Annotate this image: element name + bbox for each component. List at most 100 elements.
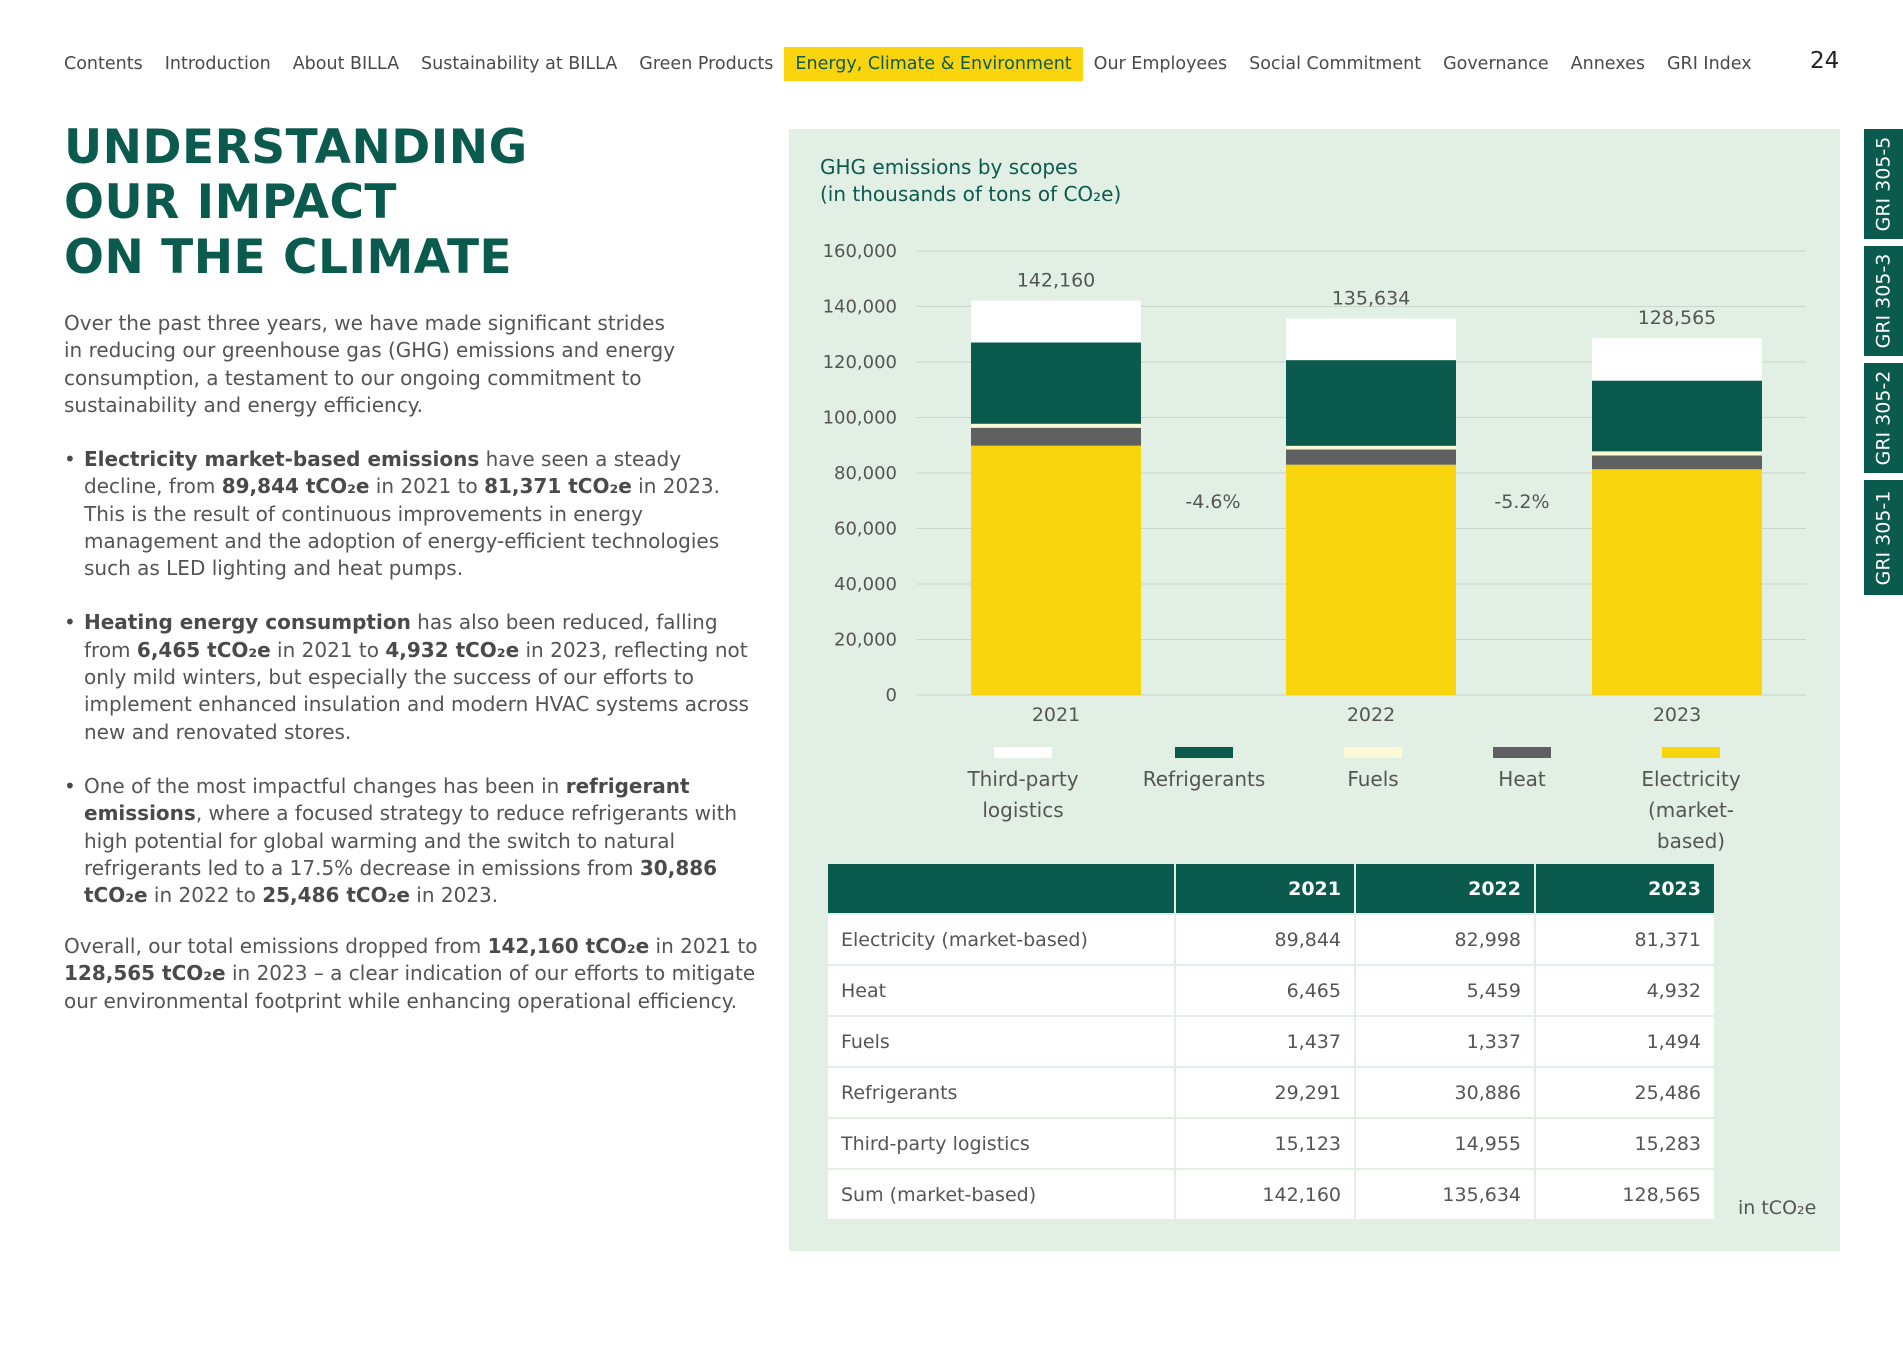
y-tick-label: 140,000 (823, 297, 897, 318)
emissions-table: 2021 2022 2023 Electricity (market-based) 8… (826, 862, 1716, 1221)
table-cell: 142,160 (1174, 1168, 1356, 1221)
table-header-year: 2022 (1354, 862, 1536, 915)
gri-tab-label: GRI 305-1 (1872, 490, 1895, 585)
table-cell: 6,465 (1174, 964, 1356, 1017)
highlight-item: Heating energy consumption has also been… (64, 609, 764, 745)
bold-text: 4,932 tCO₂e (385, 637, 520, 662)
table-header-blank (826, 862, 1176, 915)
page-number: 24 (1810, 48, 1840, 74)
table-cell: 25,486 (1534, 1066, 1716, 1119)
y-tick-label: 40,000 (834, 574, 897, 595)
table-row-label: Heat (826, 964, 1176, 1017)
nav-item-green-products[interactable]: Green Products (628, 47, 784, 81)
text-run: Overall, our total emissions dropped fro… (64, 934, 488, 958)
y-tick-label: 0 (886, 685, 897, 706)
bar-segment-refrigerants (971, 342, 1141, 424)
bar-segment-heat (1592, 455, 1762, 470)
gri-tab-305-1[interactable]: GRI 305-1 (1864, 480, 1903, 595)
bar-segment-fuels (971, 423, 1141, 428)
table-cell: 15,123 (1174, 1117, 1356, 1170)
y-tick-label: 120,000 (823, 352, 897, 373)
table-header-row: 2021 2022 2023 (826, 862, 1716, 915)
legend-label: Fuels (1347, 767, 1399, 791)
ghg-stacked-bar-chart: 0 20,000 40,000 60,000 80,000 100,000 120,000 1… (823, 241, 1806, 758)
bar-segment-fuels (1286, 445, 1456, 450)
highlight-item: Electricity market-based emissions have … (64, 446, 764, 582)
bar-segment-electricity-market-based (1286, 464, 1456, 695)
nav-item-energy-climate-environment[interactable]: Energy, Climate & Environment (784, 47, 1083, 81)
table-row-label: Sum (market-based) (826, 1168, 1176, 1221)
nav-item-about-billa[interactable]: About BILLA (282, 47, 410, 81)
nav-item-sustainability-at-billa[interactable]: Sustainability at BILLA (410, 47, 628, 81)
bar-total-label: 142,160 (1017, 270, 1096, 292)
bar-segment-third-party-logistics (1286, 318, 1456, 361)
table-row: Heat 6,465 5,459 4,932 (826, 964, 1716, 1017)
table-row: Refrigerants 29,291 30,886 25,486 (826, 1066, 1716, 1119)
change-label: -4.6% (1185, 491, 1240, 513)
legend-label: Refrigerants (1142, 767, 1266, 791)
table-cell: 128,565 (1534, 1168, 1716, 1221)
nav-item-contents[interactable]: Contents (52, 47, 154, 81)
y-tick-label: 160,000 (823, 241, 897, 262)
table-row-label: Electricity (market-based) (826, 913, 1176, 966)
table-cell: 14,955 (1354, 1117, 1536, 1170)
legend-label: Electricity (market-based) (1641, 767, 1741, 853)
table-cell: 82,998 (1354, 913, 1536, 966)
table-cell: 5,459 (1354, 964, 1536, 1017)
nav-item-governance[interactable]: Governance (1432, 47, 1560, 81)
text-run: in 2021 to (270, 637, 386, 662)
table-cell: 29,291 (1174, 1066, 1356, 1119)
y-tick-label: 60,000 (834, 519, 897, 540)
nav-item-social-commitment[interactable]: Social Commitment (1238, 47, 1432, 81)
legend-label: Heat (1498, 767, 1546, 791)
highlight-item: One of the most impactful changes has be… (64, 773, 764, 909)
table-row: Fuels 1,437 1,337 1,494 (826, 1015, 1716, 1068)
x-category-label: 2023 (1653, 704, 1701, 726)
intro-paragraph: Over the past three years, we have made … (64, 311, 676, 417)
table-row-label: Fuels (826, 1015, 1176, 1068)
page-title: UNDERSTANDING OUR IMPACT ON THE CLIMATE (64, 120, 528, 285)
bar-segment-third-party-logistics (1592, 338, 1762, 381)
legend-swatch-fuels (1344, 747, 1402, 758)
legend-swatch-refrigerants (1175, 747, 1233, 758)
y-tick-label: 20,000 (834, 630, 897, 651)
bold-text: Heating energy consumption (84, 610, 411, 635)
table-cell: 1,494 (1534, 1015, 1716, 1068)
table-unit-note: in tCO₂e (1738, 1197, 1817, 1219)
legend-label: Third-party logistics (967, 767, 1079, 822)
title-line: UNDERSTANDING (64, 120, 528, 175)
table-row-label: Refrigerants (826, 1066, 1176, 1119)
table-row: Third-party logistics 15,123 14,955 15,283 (826, 1117, 1716, 1170)
text-run: One of the most impactful changes has be… (84, 773, 566, 798)
gri-tab-label: GRI 305-3 (1872, 253, 1895, 349)
gri-tab-305-3[interactable]: GRI 305-3 (1864, 246, 1903, 356)
gri-tab-label: GRI 305-5 (1872, 136, 1895, 232)
text-run: in 2023. (409, 883, 499, 908)
bar-segment-electricity-market-based (971, 445, 1141, 695)
y-tick-label: 80,000 (834, 463, 897, 484)
text-run: in 2021 to (649, 934, 758, 958)
bar-total-label: 135,634 (1332, 288, 1411, 310)
top-navigation: Contents Introduction About BILLA Sustainab… (52, 46, 1903, 82)
table-cell: 30,886 (1354, 1066, 1536, 1119)
table-cell: 4,932 (1534, 964, 1716, 1017)
nav-item-gri-index[interactable]: GRI Index (1656, 47, 1763, 81)
bold-text: 6,465 tCO₂e (136, 637, 271, 662)
nav-item-introduction[interactable]: Introduction (154, 47, 282, 81)
bar-segment-heat (1286, 449, 1456, 465)
legend-swatch-electricity-market-based (1662, 747, 1720, 758)
legend-swatch-heat (1493, 747, 1551, 758)
gri-tab-305-5[interactable]: GRI 305-5 (1864, 129, 1903, 239)
y-tick-label: 100,000 (823, 408, 897, 429)
nav-item-our-employees[interactable]: Our Employees (1083, 47, 1238, 81)
bar-segment-fuels (1592, 451, 1762, 456)
nav-item-annexes[interactable]: Annexes (1560, 47, 1656, 81)
table-cell: 81,371 (1534, 913, 1716, 966)
change-label: -5.2% (1494, 491, 1549, 513)
text-run: in 2022 to (147, 883, 263, 908)
bar-segment-third-party-logistics (971, 300, 1141, 343)
bar-segment-heat (971, 427, 1141, 446)
gri-tab-305-2[interactable]: GRI 305-2 (1864, 363, 1903, 473)
bold-text: 25,486 tCO₂e (262, 883, 410, 908)
summary-paragraph: Overall, our total emissions dropped fro… (64, 933, 764, 1015)
